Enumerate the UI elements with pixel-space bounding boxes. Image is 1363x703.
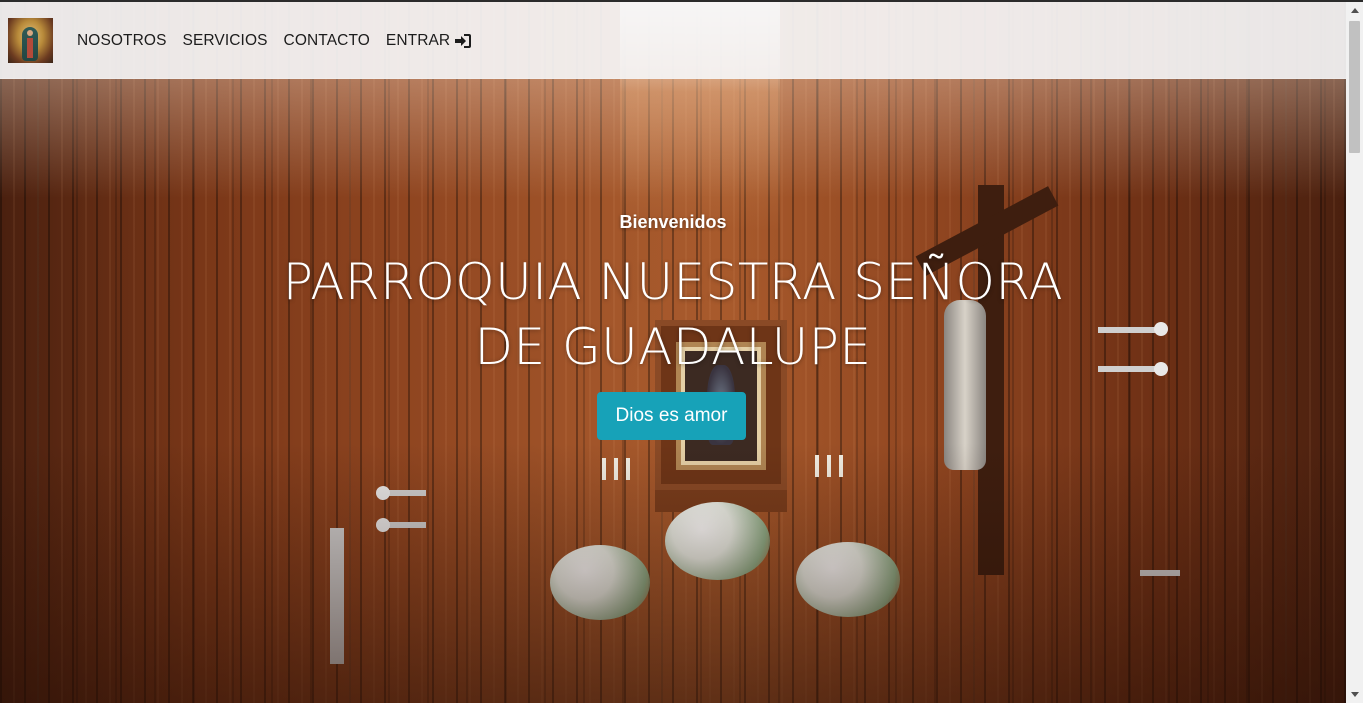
nav-link-nosotros[interactable]: NOSOTROS bbox=[77, 32, 167, 50]
nav-link-servicios[interactable]: SERVICIOS bbox=[183, 32, 268, 50]
hero-title: PARROQUIA NUESTRA SEÑORA DE GUADALUPE bbox=[282, 253, 1064, 376]
scrollbar-thumb[interactable] bbox=[1349, 21, 1360, 153]
scroll-up-arrow-icon[interactable] bbox=[1346, 2, 1363, 19]
nav-link-entrar[interactable]: ENTRAR bbox=[386, 32, 472, 50]
hero-greeting: Bienvenidos bbox=[619, 212, 727, 232]
nav-link-contacto[interactable]: CONTACTO bbox=[284, 32, 370, 50]
sign-in-icon bbox=[455, 33, 472, 48]
vertical-scrollbar[interactable] bbox=[1346, 2, 1363, 703]
nav-links: NOSOTROS SERVICIOS CONTACTO ENTRAR bbox=[77, 32, 487, 50]
top-navbar: NOSOTROS SERVICIOS CONTACTO ENTRAR bbox=[0, 2, 1346, 79]
browser-top-edge bbox=[0, 0, 1363, 2]
scroll-down-arrow-icon[interactable] bbox=[1346, 686, 1363, 703]
brand-logo-image[interactable] bbox=[8, 18, 53, 63]
dios-es-amor-button[interactable]: Dios es amor bbox=[597, 392, 746, 440]
